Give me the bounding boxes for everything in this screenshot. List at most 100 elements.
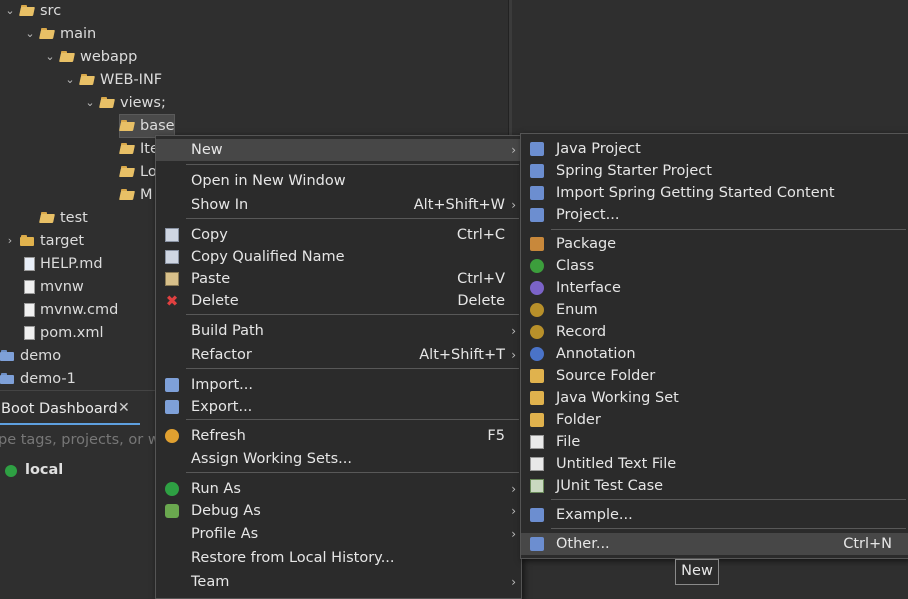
file-icon — [24, 303, 35, 317]
tree-item[interactable]: ⌄ src — [5, 0, 220, 22]
tree-item[interactable]: ⌄ WEB-INF — [65, 69, 280, 91]
menu-item-label: Class — [556, 258, 595, 274]
project-folder-icon — [0, 350, 15, 361]
proj-icon — [530, 142, 544, 156]
tree-item[interactable]: ⌄ main — [25, 23, 240, 45]
menu-item-new[interactable]: New › — [156, 139, 521, 161]
folder-icon — [79, 74, 95, 85]
folder-icon — [20, 235, 35, 246]
menu-item-import[interactable]: Import... — [156, 374, 521, 396]
new-submenu: Java Project Spring Starter Project Import… — [520, 133, 908, 559]
copy-icon — [165, 250, 179, 264]
menu-item-java-working-set[interactable]: Java Working Set — [521, 387, 908, 409]
menu-item-interface[interactable]: Interface — [521, 277, 908, 299]
chevron-down-icon[interactable]: ⌄ — [84, 92, 96, 114]
menu-item-label: Delete — [191, 293, 239, 309]
chevron-down-icon[interactable]: ⌄ — [64, 69, 76, 91]
file-icon — [24, 326, 35, 340]
menu-item-spring-starter-project[interactable]: Spring Starter Project — [521, 160, 908, 182]
menu-item-package[interactable]: Package — [521, 233, 908, 255]
menu-item-label: Source Folder — [556, 368, 656, 384]
menu-item-label: Open in New Window — [191, 173, 346, 189]
menu-item-folder[interactable]: Folder — [521, 409, 908, 431]
tree-item[interactable]: ⌄ views; — [85, 92, 300, 114]
close-icon[interactable]: ✕ — [118, 400, 130, 416]
menu-item-other[interactable]: Other... Ctrl+N — [521, 533, 908, 555]
menu-item-project[interactable]: Project... — [521, 204, 908, 226]
menu-separator — [186, 314, 519, 315]
menu-item-refactor[interactable]: Refactor Alt+Shift+T › — [156, 344, 521, 366]
tree-item-label: M — [140, 187, 153, 203]
menu-item-delete[interactable]: ✖ Delete Delete — [156, 290, 521, 312]
ref-icon — [165, 429, 179, 443]
menu-item-paste[interactable]: Paste Ctrl+V — [156, 268, 521, 290]
menu-item-export[interactable]: Export... — [156, 396, 521, 418]
boot-dashboard-filter-input[interactable]: pe tags, projects, or wo — [0, 428, 155, 454]
menu-item-example[interactable]: Example... — [521, 504, 908, 526]
menu-item-enum[interactable]: Enum — [521, 299, 908, 321]
tree-item-label: demo — [20, 348, 62, 364]
menu-item-import-spring-getting-started-content[interactable]: Import Spring Getting Started Content — [521, 182, 908, 204]
menu-item-java-project[interactable]: Java Project — [521, 138, 908, 160]
menu-item-source-folder[interactable]: Source Folder — [521, 365, 908, 387]
boot-dashboard-tab[interactable]: Boot Dashboard ✕ — [0, 397, 140, 425]
ann-icon — [530, 347, 544, 361]
menu-separator — [551, 499, 906, 500]
menu-item-assign-working-sets[interactable]: Assign Working Sets... — [156, 448, 521, 470]
menu-item-restore-from-local-history[interactable]: Restore from Local History... — [156, 547, 521, 569]
copy-icon — [165, 228, 179, 242]
menu-item-label: Import... — [191, 377, 253, 393]
menu-item-label: Team — [191, 574, 230, 590]
chevron-right-icon: › — [511, 575, 516, 589]
boot-dashboard-tab-label: Boot Dashboard — [1, 401, 118, 417]
menu-item-copy-qualified-name[interactable]: Copy Qualified Name — [156, 246, 521, 268]
fold-icon — [530, 391, 544, 405]
chevron-right-icon: › — [511, 482, 516, 496]
tree-item[interactable]: ⌄ webapp — [45, 46, 260, 68]
folder-icon — [119, 189, 135, 200]
proj-icon — [530, 508, 544, 522]
menu-item-label: Assign Working Sets... — [191, 451, 353, 467]
menu-item-label: Refactor — [191, 347, 252, 363]
menu-item-label: Enum — [556, 302, 598, 318]
tree-item[interactable]: base — [119, 114, 175, 138]
menu-item-refresh[interactable]: Refresh F5 — [156, 425, 521, 447]
red-icon: ✖ — [165, 292, 179, 310]
menu-item-annotation[interactable]: Annotation — [521, 343, 908, 365]
menu-item-junit-test-case[interactable]: JUnit Test Case — [521, 475, 908, 497]
menu-separator — [186, 419, 519, 420]
menu-item-run-as[interactable]: Run As › — [156, 478, 521, 500]
folder-icon — [39, 28, 55, 39]
menu-item-class[interactable]: Class — [521, 255, 908, 277]
menu-item-label: Untitled Text File — [556, 456, 677, 472]
menu-item-record[interactable]: Record — [521, 321, 908, 343]
tree-item-label: pom.xml — [40, 325, 104, 341]
power-icon — [5, 465, 17, 477]
menu-item-label: Export... — [191, 399, 253, 415]
menu-item-build-path[interactable]: Build Path › — [156, 320, 521, 342]
chevron-right-icon: › — [511, 198, 516, 212]
chevron-right-icon: › — [511, 504, 516, 518]
menu-item-untitled-text-file[interactable]: Untitled Text File — [521, 453, 908, 475]
menu-separator — [186, 218, 519, 219]
menu-item-label: Project... — [556, 207, 620, 223]
menu-item-label: JUnit Test Case — [556, 478, 664, 494]
menu-item-label: New — [191, 142, 223, 158]
menu-item-label: Build Path — [191, 323, 264, 339]
chevron-down-icon[interactable]: ⌄ — [4, 0, 16, 22]
menu-item-label: Copy Qualified Name — [191, 249, 345, 265]
menu-item-file[interactable]: File — [521, 431, 908, 453]
menu-item-profile-as[interactable]: Profile As › — [156, 523, 521, 545]
menu-item-copy[interactable]: Copy Ctrl+C — [156, 224, 521, 246]
menu-item-open-in-new-window[interactable]: Open in New Window — [156, 170, 521, 192]
menu-item-team[interactable]: Team › — [156, 571, 521, 593]
menu-item-debug-as[interactable]: Debug As › — [156, 500, 521, 522]
menu-item-shortcut: Ctrl+V — [457, 271, 505, 287]
menu-item-show-in[interactable]: Show In Alt+Shift+W › — [156, 194, 521, 216]
chevron-right-icon[interactable]: › — [4, 230, 16, 252]
menu-item-label: Example... — [556, 507, 633, 523]
menu-item-label: Restore from Local History... — [191, 550, 395, 566]
chevron-down-icon[interactable]: ⌄ — [44, 46, 56, 68]
menu-item-label: Record — [556, 324, 607, 340]
chevron-down-icon[interactable]: ⌄ — [24, 23, 36, 45]
